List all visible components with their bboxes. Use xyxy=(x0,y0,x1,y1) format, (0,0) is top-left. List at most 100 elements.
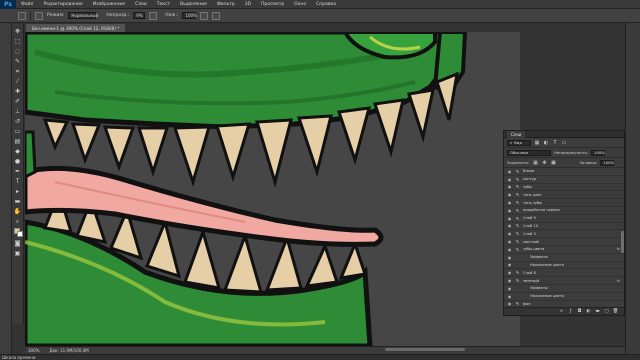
layer-effect-row[interactable]: ◉ Эффекты xyxy=(504,284,624,293)
menu-item[interactable]: Текст xyxy=(152,2,175,7)
menu-item[interactable]: Файл xyxy=(16,2,38,7)
folder-icon[interactable]: ▬ xyxy=(595,309,600,314)
layer-row[interactable]: ◉ ✎ Слой 9 xyxy=(504,214,624,223)
layers-scrollbar[interactable] xyxy=(621,231,624,253)
menu-item[interactable]: 3D xyxy=(240,2,256,7)
menu-item[interactable]: Просмотр xyxy=(256,2,289,7)
flow-field[interactable]: 100% xyxy=(182,12,197,19)
menu-item[interactable]: Окно xyxy=(289,2,311,7)
opacity-field[interactable]: 9% xyxy=(133,12,146,19)
timeline-label[interactable]: Шкала времени xyxy=(2,355,35,360)
dodge-tool-icon[interactable]: ● xyxy=(14,158,22,166)
new-layer-icon[interactable]: ▢ xyxy=(604,309,609,314)
layer-effect-row[interactable]: ◉ Наложение цвета xyxy=(504,292,624,301)
visibility-eye-icon[interactable]: ◉ xyxy=(507,208,512,213)
layer-opacity-field[interactable]: 100% xyxy=(591,149,606,156)
lasso-tool-icon[interactable]: ◌ xyxy=(14,48,22,56)
filter-type-icon[interactable]: T xyxy=(552,140,558,146)
fill-field[interactable]: 100% xyxy=(600,159,615,166)
layers-tab[interactable]: Слои xyxy=(507,130,526,138)
layer-row[interactable]: ◉ ✎ блики xyxy=(504,168,624,176)
layer-row[interactable]: ◉ ✎ Слой 8 xyxy=(504,269,624,278)
layer-row[interactable]: ◉ ✎ Слой 3 xyxy=(504,230,624,239)
menu-item[interactable]: Фильтр xyxy=(212,2,240,7)
pressure-size-icon[interactable] xyxy=(212,11,221,20)
brush-tool-icon[interactable]: ✐ xyxy=(14,98,22,106)
lock-pixels-icon[interactable]: ▦ xyxy=(532,160,538,166)
brush-panel-icon[interactable] xyxy=(35,11,43,20)
visibility-eye-icon[interactable]: ◉ xyxy=(507,239,512,244)
layer-row[interactable]: ◉ ✎ проработка черепа xyxy=(504,206,624,215)
layer-row[interactable]: ◉ ✎ тень зубы xyxy=(504,199,624,207)
visibility-eye-icon[interactable]: ◉ xyxy=(507,247,512,252)
adjustment-icon[interactable]: ◐ xyxy=(586,309,591,314)
visibility-eye-icon[interactable]: ◉ xyxy=(507,216,512,221)
visibility-eye-icon[interactable]: ◉ xyxy=(507,301,512,306)
visibility-eye-icon[interactable]: ◉ xyxy=(507,192,512,197)
trash-icon[interactable]: 🗑 xyxy=(613,309,619,314)
healing-tool-icon[interactable]: ✚ xyxy=(14,88,22,96)
fx-icon[interactable]: ƒ xyxy=(568,309,573,314)
visibility-eye-icon[interactable]: ◉ xyxy=(507,270,512,275)
visibility-eye-icon[interactable]: ◉ xyxy=(507,200,512,205)
menu-item[interactable]: Слои xyxy=(130,2,152,7)
document-tab[interactable]: Без имени-1 @ 300% (Слой 12, RGB/8) * xyxy=(26,24,126,32)
horizontal-scrollbar[interactable] xyxy=(385,348,465,351)
blur-tool-icon[interactable]: ◆ xyxy=(14,148,22,156)
eraser-tool-icon[interactable]: ▭ xyxy=(14,128,22,136)
menu-item[interactable]: Справка xyxy=(311,2,341,7)
visibility-eye-icon[interactable]: ◉ xyxy=(507,169,512,174)
menu-item[interactable]: Редактирование xyxy=(38,2,87,7)
doc-info[interactable]: Док: 11,9M/100,4M xyxy=(49,348,88,353)
visibility-eye-icon[interactable]: ◉ xyxy=(507,278,512,283)
pressure-opacity-icon[interactable] xyxy=(149,11,158,20)
filter-pixel-icon[interactable]: ▦ xyxy=(534,140,540,146)
fx-badge-icon[interactable]: fx xyxy=(617,247,620,251)
layer-row[interactable]: ◉ ✎ зеленый fx xyxy=(504,277,624,285)
visibility-eye-icon[interactable]: ◉ xyxy=(507,177,512,182)
menu-item[interactable]: Изображение xyxy=(88,2,130,7)
shape-tool-icon[interactable]: ▬ xyxy=(14,198,22,206)
eyedropper-tool-icon[interactable]: ⁄ xyxy=(14,78,22,86)
move-tool-icon[interactable]: ✥ xyxy=(14,28,22,36)
layer-effect-row[interactable]: ◉ Эффекты xyxy=(504,253,624,262)
link-icon[interactable]: ∞ xyxy=(559,309,564,314)
kind-filter-select[interactable]: ⌕ Вид xyxy=(507,139,531,146)
visibility-eye-icon[interactable]: ◉ xyxy=(507,231,512,236)
airbrush-icon[interactable] xyxy=(200,11,209,20)
layer-effect-row[interactable]: ◉ Наложение цвета xyxy=(504,261,624,270)
layer-row[interactable]: ◉ ✎ тень цвет xyxy=(504,191,624,200)
gradient-tool-icon[interactable]: ▤ xyxy=(14,138,22,146)
marquee-tool-icon[interactable]: ⬚ xyxy=(14,38,22,46)
history-brush-icon[interactable]: ↺ xyxy=(14,118,22,126)
visibility-eye-icon[interactable]: ◉ xyxy=(507,262,512,267)
path-select-tool-icon[interactable]: ▸ xyxy=(14,188,22,196)
brush-preset-icon[interactable] xyxy=(18,11,26,20)
filter-adjust-icon[interactable]: ◐ xyxy=(543,140,549,146)
crop-tool-icon[interactable]: ⌗ xyxy=(14,68,22,76)
mode-select[interactable]: Нормальный xyxy=(68,12,98,19)
stamp-tool-icon[interactable]: ⊥ xyxy=(14,108,22,116)
layer-row[interactable]: ◉ ✎ контур xyxy=(504,175,624,184)
lock-all-icon[interactable]: ▣ xyxy=(550,160,556,166)
quick-mask-icon[interactable]: ◙ xyxy=(14,240,22,248)
layer-row[interactable]: ◉ ✎ зубы xyxy=(504,183,624,192)
mask-icon[interactable]: ◘ xyxy=(577,309,582,314)
visibility-eye-icon[interactable]: ◉ xyxy=(507,255,512,260)
type-tool-icon[interactable]: T xyxy=(14,178,22,186)
hand-tool-icon[interactable]: ✋ xyxy=(14,208,22,216)
quick-select-tool-icon[interactable]: ✎ xyxy=(14,58,22,66)
layer-row[interactable]: ◉ ✎ зубы цвета fx xyxy=(504,245,624,254)
pen-tool-icon[interactable]: ✒ xyxy=(14,168,22,176)
visibility-eye-icon[interactable]: ◉ xyxy=(507,286,512,291)
canvas-area[interactable] xyxy=(25,32,520,346)
color-swatches[interactable] xyxy=(13,228,23,238)
layer-row[interactable]: ◉ ✎ Слой 10 xyxy=(504,222,624,231)
visibility-eye-icon[interactable]: ◉ xyxy=(507,184,512,189)
zoom-tool-icon[interactable]: ⌕ xyxy=(14,218,22,226)
filter-shape-icon[interactable]: ▭ xyxy=(561,140,567,146)
blend-mode-select[interactable]: Обычные xyxy=(507,149,551,156)
fx-badge-icon[interactable]: fx xyxy=(617,279,620,283)
layer-row[interactable]: ◉ ✎ светлый xyxy=(504,238,624,246)
screen-mode-icon[interactable]: ▣ xyxy=(14,250,22,258)
